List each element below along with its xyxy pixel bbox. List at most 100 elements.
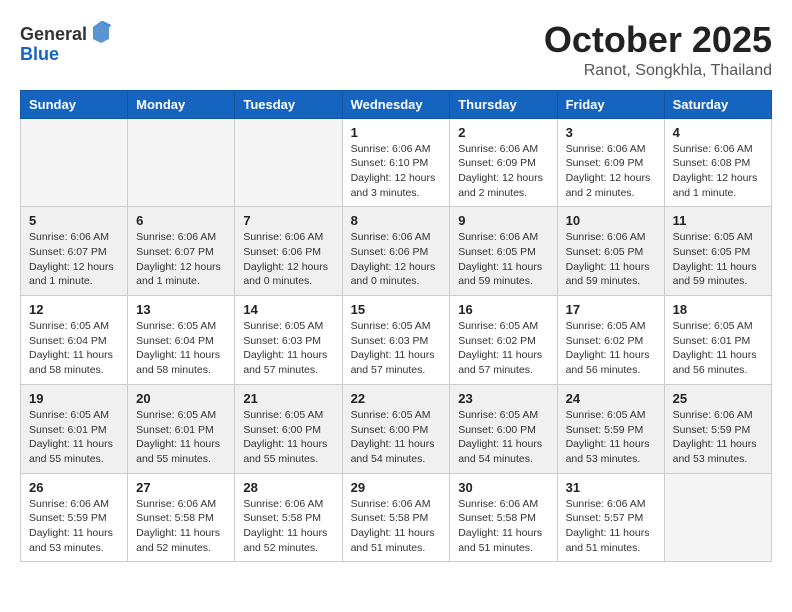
day-number: 24: [566, 391, 656, 406]
day-number: 26: [29, 480, 119, 495]
calendar-cell: 15Sunrise: 6:05 AM Sunset: 6:03 PM Dayli…: [342, 296, 450, 385]
day-info: Sunrise: 6:05 AM Sunset: 6:01 PM Dayligh…: [673, 319, 763, 378]
calendar-cell: 27 Sunrise: 6:06 AM Sunset: 5:58 PM Dayli…: [128, 473, 235, 562]
day-info: Sunrise: 6:06 AM Sunset: 5:58 PM Dayligh…: [243, 497, 333, 556]
day-info: Sunrise: 6:06 AM Sunset: 5:58 PM Dayligh…: [351, 497, 442, 556]
logo-icon: [89, 19, 113, 43]
calendar-cell: 22 Sunrise: 6:05 AM Sunset: 6:00 PM Dayli…: [342, 384, 450, 473]
calendar-cell: 21 Sunrise: 6:05 AM Sunset: 6:00 PM Dayli…: [235, 384, 342, 473]
day-number: 10: [566, 213, 656, 228]
day-number: 21: [243, 391, 333, 406]
day-info: Sunrise: 6:06 AM Sunset: 5:59 PM Dayligh…: [673, 408, 763, 467]
weekday-header-wednesday: Wednesday: [342, 90, 450, 118]
calendar-cell: 13 Sunrise: 6:05 AM Sunset: 6:04 PM Dayli…: [128, 296, 235, 385]
day-number: 14: [243, 302, 333, 317]
day-number: 30: [458, 480, 548, 495]
calendar-cell: 8 Sunrise: 6:06 AM Sunset: 6:06 PM Daylig…: [342, 207, 450, 296]
day-number: 9: [458, 213, 548, 228]
day-info: Sunrise: 6:05 AM Sunset: 6:00 PM Dayligh…: [243, 408, 333, 467]
calendar-table: SundayMondayTuesdayWednesdayThursdayFrid…: [20, 90, 772, 563]
day-info: Sunrise: 6:06 AM Sunset: 6:07 PM Dayligh…: [29, 230, 119, 289]
logo-blue: Blue: [20, 45, 113, 65]
calendar-cell: 24 Sunrise: 6:05 AM Sunset: 5:59 PM Dayli…: [557, 384, 664, 473]
day-info: Sunrise: 6:06 AM Sunset: 6:06 PM Dayligh…: [351, 230, 442, 289]
location-title: Ranot, Songkhla, Thailand: [544, 62, 772, 80]
calendar-cell: 2Sunrise: 6:06 AM Sunset: 6:09 PM Daylig…: [450, 118, 557, 207]
calendar-cell: 28Sunrise: 6:06 AM Sunset: 5:58 PM Dayli…: [235, 473, 342, 562]
day-number: 31: [566, 480, 656, 495]
calendar-cell: [235, 118, 342, 207]
weekday-header-thursday: Thursday: [450, 90, 557, 118]
day-info: Sunrise: 6:06 AM Sunset: 6:05 PM Dayligh…: [566, 230, 656, 289]
day-number: 2: [458, 125, 548, 140]
weekday-header-tuesday: Tuesday: [235, 90, 342, 118]
day-number: 8: [351, 213, 442, 228]
calendar-cell: [128, 118, 235, 207]
calendar-week-row: 12 Sunrise: 6:05 AM Sunset: 6:04 PM Dayli…: [21, 296, 772, 385]
day-info: Sunrise: 6:05 AM Sunset: 6:01 PM Dayligh…: [29, 408, 119, 467]
title-block: October 2025 Ranot, Songkhla, Thailand: [544, 20, 772, 80]
day-number: 4: [673, 125, 763, 140]
day-number: 15: [351, 302, 442, 317]
calendar-cell: 1Sunrise: 6:06 AM Sunset: 6:10 PM Daylig…: [342, 118, 450, 207]
day-info: Sunrise: 6:05 AM Sunset: 6:00 PM Dayligh…: [458, 408, 548, 467]
month-title: October 2025: [544, 20, 772, 60]
calendar-cell: [664, 473, 771, 562]
day-info: Sunrise: 6:06 AM Sunset: 6:10 PM Dayligh…: [351, 142, 442, 201]
page-header: General Blue October 2025 Ranot, Songkhl…: [20, 20, 772, 80]
day-number: 13: [136, 302, 226, 317]
calendar-cell: 14 Sunrise: 6:05 AM Sunset: 6:03 PM Dayli…: [235, 296, 342, 385]
day-number: 19: [29, 391, 119, 406]
day-number: 25: [673, 391, 763, 406]
calendar-cell: 30Sunrise: 6:06 AM Sunset: 5:58 PM Dayli…: [450, 473, 557, 562]
calendar-cell: 19 Sunrise: 6:05 AM Sunset: 6:01 PM Dayli…: [21, 384, 128, 473]
logo-general: General: [20, 25, 87, 45]
calendar-cell: 31 Sunrise: 6:06 AM Sunset: 5:57 PM Dayli…: [557, 473, 664, 562]
day-info: Sunrise: 6:05 AM Sunset: 6:00 PM Dayligh…: [351, 408, 442, 467]
day-number: 23: [458, 391, 548, 406]
calendar-cell: 26 Sunrise: 6:06 AM Sunset: 5:59 PM Dayli…: [21, 473, 128, 562]
calendar-week-row: 19 Sunrise: 6:05 AM Sunset: 6:01 PM Dayli…: [21, 384, 772, 473]
calendar-cell: 6Sunrise: 6:06 AM Sunset: 6:07 PM Daylig…: [128, 207, 235, 296]
weekday-header-sunday: Sunday: [21, 90, 128, 118]
day-number: 5: [29, 213, 119, 228]
day-number: 29: [351, 480, 442, 495]
calendar-cell: [21, 118, 128, 207]
day-info: Sunrise: 6:05 AM Sunset: 5:59 PM Dayligh…: [566, 408, 656, 467]
calendar-cell: 4 Sunrise: 6:06 AM Sunset: 6:08 PM Daylig…: [664, 118, 771, 207]
calendar-cell: 25 Sunrise: 6:06 AM Sunset: 5:59 PM Dayli…: [664, 384, 771, 473]
calendar-cell: 11Sunrise: 6:05 AM Sunset: 6:05 PM Dayli…: [664, 207, 771, 296]
day-info: Sunrise: 6:06 AM Sunset: 6:08 PM Dayligh…: [673, 142, 763, 201]
day-number: 12: [29, 302, 119, 317]
day-number: 27: [136, 480, 226, 495]
calendar-cell: 16 Sunrise: 6:05 AM Sunset: 6:02 PM Dayli…: [450, 296, 557, 385]
calendar-cell: 10 Sunrise: 6:06 AM Sunset: 6:05 PM Dayli…: [557, 207, 664, 296]
day-info: Sunrise: 6:05 AM Sunset: 6:02 PM Dayligh…: [566, 319, 656, 378]
day-info: Sunrise: 6:05 AM Sunset: 6:01 PM Dayligh…: [136, 408, 226, 467]
calendar-cell: 5 Sunrise: 6:06 AM Sunset: 6:07 PM Daylig…: [21, 207, 128, 296]
day-info: Sunrise: 6:06 AM Sunset: 6:05 PM Dayligh…: [458, 230, 548, 289]
weekday-header-saturday: Saturday: [664, 90, 771, 118]
day-info: Sunrise: 6:06 AM Sunset: 5:57 PM Dayligh…: [566, 497, 656, 556]
day-info: Sunrise: 6:06 AM Sunset: 6:09 PM Dayligh…: [566, 142, 656, 201]
day-number: 16: [458, 302, 548, 317]
calendar-week-row: 26 Sunrise: 6:06 AM Sunset: 5:59 PM Dayli…: [21, 473, 772, 562]
day-info: Sunrise: 6:06 AM Sunset: 5:58 PM Dayligh…: [136, 497, 226, 556]
day-number: 22: [351, 391, 442, 406]
day-info: Sunrise: 6:05 AM Sunset: 6:03 PM Dayligh…: [243, 319, 333, 378]
day-number: 7: [243, 213, 333, 228]
logo: General Blue: [20, 25, 113, 65]
calendar-cell: 12 Sunrise: 6:05 AM Sunset: 6:04 PM Dayli…: [21, 296, 128, 385]
calendar-cell: 3Sunrise: 6:06 AM Sunset: 6:09 PM Daylig…: [557, 118, 664, 207]
calendar-cell: 29 Sunrise: 6:06 AM Sunset: 5:58 PM Dayli…: [342, 473, 450, 562]
weekday-header-monday: Monday: [128, 90, 235, 118]
day-info: Sunrise: 6:05 AM Sunset: 6:04 PM Dayligh…: [136, 319, 226, 378]
day-info: Sunrise: 6:06 AM Sunset: 5:59 PM Dayligh…: [29, 497, 119, 556]
day-number: 17: [566, 302, 656, 317]
calendar-cell: 17 Sunrise: 6:05 AM Sunset: 6:02 PM Dayli…: [557, 296, 664, 385]
day-number: 20: [136, 391, 226, 406]
day-number: 6: [136, 213, 226, 228]
day-info: Sunrise: 6:05 AM Sunset: 6:02 PM Dayligh…: [458, 319, 548, 378]
calendar-week-row: 5 Sunrise: 6:06 AM Sunset: 6:07 PM Daylig…: [21, 207, 772, 296]
day-info: Sunrise: 6:05 AM Sunset: 6:04 PM Dayligh…: [29, 319, 119, 378]
